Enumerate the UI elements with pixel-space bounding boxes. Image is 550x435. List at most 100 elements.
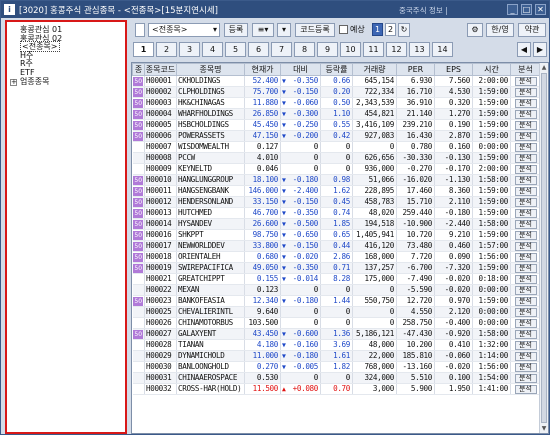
name-cell[interactable]: GREATCHIPPT [176,273,245,285]
code-cell[interactable]: H00019 [144,262,177,274]
settings-button[interactable]: ⚙ [467,23,483,37]
table-row[interactable]: H00009 KEYNELTD 0.046 0 0 936,000 -0.270 -0.170… [132,163,541,175]
name-cell[interactable]: CROSS-HAR(HOLD) [176,383,245,395]
table-row[interactable]: 50 H00023 BANKOFEASIA 12.340 ▼ -0.180 1.44 550,… [132,295,541,307]
analysis-button[interactable]: 분석 [514,286,537,295]
name-cell[interactable]: WHARFHOLDINGS [176,108,245,120]
analysis-button[interactable]: 분석 [514,308,537,317]
table-row[interactable]: 50 H00018 ORIENTALEH 0.680 ▼ -0.020 2.86 168,00… [132,251,541,263]
page-tab[interactable]: 10 [340,42,361,57]
list-view-button[interactable]: ≡▾ [252,23,274,37]
page-tab[interactable]: 1 [133,42,154,57]
analysis-button[interactable]: 분석 [514,319,537,328]
code-cell[interactable]: H00013 [144,207,177,219]
code-cell[interactable]: H00028 [144,339,177,351]
column-header[interactable]: PER [396,63,435,76]
name-cell[interactable]: CHINAMOTORBUS [176,317,245,329]
name-cell[interactable]: WISDOMWEALTH [176,141,245,153]
list-options-button[interactable]: ▾ [277,23,291,37]
code-cell[interactable]: H00001 [144,75,177,87]
code-cell[interactable]: H00011 [144,185,177,197]
table-row[interactable]: H00025 CHEVALIERINTL 9.640 0 0 0 4.550 2.120 0:0… [132,306,541,318]
column-header[interactable]: 대비 [280,63,321,76]
table-row[interactable]: 50 H00004 WHARFHOLDINGS 26.850 ▼ -0.300 1.10 45… [132,108,541,120]
code-cell[interactable]: H00032 [144,383,177,395]
page-tab[interactable]: 6 [248,42,269,57]
table-row[interactable]: 50 H00010 HANGLUNGGROUP 18.100 ▼ -0.180 0.98 51… [132,174,541,186]
name-cell[interactable]: HUTCHMED [176,207,245,219]
name-cell[interactable]: TIANAN [176,339,245,351]
column-header[interactable]: 분석 [510,63,541,76]
code-register-button[interactable]: 코드등록 [295,23,335,37]
code-cell[interactable]: H00003 [144,97,177,109]
name-cell[interactable]: BANLOONGHOLD [176,361,245,373]
analysis-button[interactable]: 분석 [514,209,537,218]
expected-checkbox[interactable] [339,25,348,34]
code-cell[interactable]: H00029 [144,350,177,362]
code-cell[interactable]: H00018 [144,251,177,263]
code-cell[interactable]: H00031 [144,372,177,384]
name-cell[interactable]: HENDERSONLAND [176,196,245,208]
analysis-button[interactable]: 분석 [514,374,537,383]
analysis-button[interactable]: 분석 [514,110,537,119]
expand-icon[interactable]: + [10,78,17,86]
name-cell[interactable]: CLPHOLDINGS [176,86,245,98]
analysis-button[interactable]: 분석 [514,264,537,273]
name-cell[interactable]: CHEVALIERINTL [176,306,245,318]
analysis-button[interactable]: 분석 [514,143,537,152]
table-row[interactable]: 50 H00017 NEWWORLDDEV 33.800 ▼ -0.150 0.44 416,… [132,240,541,252]
name-cell[interactable]: POWERASSETS [176,130,245,142]
name-cell[interactable]: DYNAMICHOLD [176,350,245,362]
column-header[interactable]: EPS [434,63,473,76]
name-cell[interactable]: ORIENTALEH [176,251,245,263]
code-cell[interactable]: H00021 [144,273,177,285]
name-cell[interactable]: HSBCHOLDINGS [176,119,245,131]
analysis-button[interactable]: 분석 [514,352,537,361]
minimize-button[interactable]: _ [507,4,518,15]
code-cell[interactable]: H00004 [144,108,177,120]
page-tab[interactable]: 14 [432,42,453,57]
name-cell[interactable]: PCCW [176,152,245,164]
analysis-button[interactable]: 분석 [514,231,537,240]
analysis-button[interactable]: 분석 [514,385,537,394]
table-row[interactable]: H00022 MEXAN 0.123 0 0 0 -5.590 -0.020 0:00:00 분석 [132,284,541,296]
scroll-thumb[interactable] [541,73,547,423]
code-cell[interactable]: H00017 [144,240,177,252]
name-cell[interactable]: CHINAAEROSPACE [176,372,245,384]
table-row[interactable]: H00026 CHINAMOTORBUS 103.500 0 0 0 258.750 -0.4… [132,317,541,329]
terms-button[interactable]: 약관 [518,23,546,37]
page-tab[interactable]: 7 [271,42,292,57]
page-tab[interactable]: 11 [363,42,384,57]
analysis-button[interactable]: 분석 [514,154,537,163]
name-cell[interactable]: HANGSENGBANK [176,185,245,197]
table-row[interactable]: 50 H00013 HUTCHMED 46.700 ▼ -0.350 0.74 48,020 2… [132,207,541,219]
name-cell[interactable]: MEXAN [176,284,245,296]
analysis-button[interactable]: 분석 [514,99,537,108]
scroll-up-icon[interactable]: ▲ [540,63,548,72]
tab-prev-icon[interactable]: ◀ [517,42,531,57]
code-cell[interactable]: H00009 [144,163,177,175]
analysis-button[interactable]: 분석 [514,242,537,251]
page-tab[interactable]: 12 [386,42,407,57]
code-cell[interactable]: H00008 [144,152,177,164]
table-row[interactable]: 50 H00019 SWIREPACIFICA 49.050 ▼ -0.350 0.71 13… [132,262,541,274]
table-row[interactable]: 50 H00006 POWERASSETS 47.150 ▼ -0.200 0.42 927,… [132,130,541,142]
table-row[interactable]: H00008 PCCW 4.010 0 0 626,656 -30.330 -0.130 1:5… [132,152,541,164]
name-cell[interactable]: HK&CHINAGAS [176,97,245,109]
analysis-button[interactable]: 분석 [514,341,537,350]
register-button[interactable]: 등록 [224,23,248,37]
group-color-swatch[interactable] [135,23,145,37]
table-row[interactable]: 50 H00001 CKHOLDINGS 52.400 ▼ -0.350 0.66 645,1… [132,75,541,87]
code-cell[interactable]: H00030 [144,361,177,373]
analysis-button[interactable]: 분석 [514,132,537,141]
page-number-button[interactable]: 2 [385,23,396,36]
column-header[interactable]: 시간 [472,63,511,76]
analysis-button[interactable]: 분석 [514,275,537,284]
analysis-button[interactable]: 분석 [514,77,537,86]
table-row[interactable]: 50 H00027 GALAXYENT 43.450 ▼ -0.600 1.36 5,186,… [132,328,541,340]
table-row[interactable]: 50 H00011 HANGSENGBANK 146.000 ▼ -2.400 1.62 22… [132,185,541,197]
code-cell[interactable]: H00027 [144,328,177,340]
name-cell[interactable]: HYSANDEV [176,218,245,230]
name-cell[interactable]: BANKOFEASIA [176,295,245,307]
table-row[interactable]: H00031 CHINAAEROSPACE 0.530 0 0 324,000 5.510 0… [132,372,541,384]
